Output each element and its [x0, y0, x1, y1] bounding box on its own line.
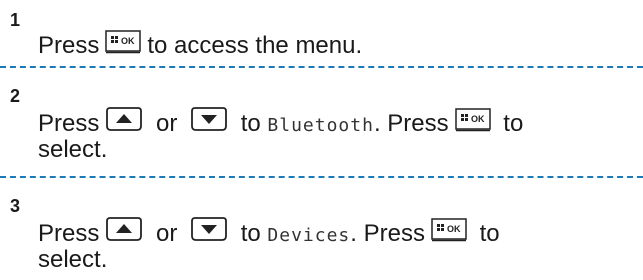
key-label: OK: [447, 224, 461, 234]
divider: [0, 176, 643, 178]
instruction-text: . Press: [350, 220, 425, 247]
up-arrow-key-icon: [105, 216, 143, 242]
menu-item-name: Bluetooth: [267, 115, 374, 136]
menu-ok-key-icon: OK: [431, 218, 467, 242]
key-label: OK: [121, 36, 135, 46]
step-number: 1: [10, 10, 21, 30]
step-number: 3: [10, 196, 21, 216]
step-instruction: Press or to Devices. Press OK to: [38, 216, 500, 250]
instruction-text: Press: [38, 220, 100, 247]
instruction-text: or: [149, 220, 185, 247]
key-label: OK: [471, 114, 485, 124]
step-instruction: Press OK to access the menu.: [38, 30, 362, 60]
instruction-text: to: [234, 110, 268, 137]
menu-ok-key-icon: OK: [105, 30, 142, 54]
instruction-text: to: [234, 220, 268, 247]
instruction-text: . Press: [373, 110, 449, 137]
menu-ok-key-icon: OK: [454, 108, 491, 132]
step-instruction: Press or to Bluetooth. Press OK to: [38, 106, 523, 140]
instruction-text: to: [472, 220, 500, 247]
up-arrow-key-icon: [105, 106, 143, 132]
down-arrow-key-icon: [190, 106, 228, 132]
instruction-text: to: [496, 110, 524, 137]
divider: [0, 66, 643, 68]
instruction-text: Press: [38, 110, 100, 137]
step-instruction-continued: select.: [38, 246, 108, 273]
instruction-text: Press: [38, 32, 100, 59]
instruction-text: or: [149, 110, 185, 137]
instruction-text: to access the menu.: [147, 32, 363, 59]
step-number: 2: [10, 86, 21, 106]
menu-item-name: Devices: [267, 225, 351, 246]
step-instruction-continued: select.: [38, 136, 108, 163]
down-arrow-key-icon: [190, 216, 228, 242]
